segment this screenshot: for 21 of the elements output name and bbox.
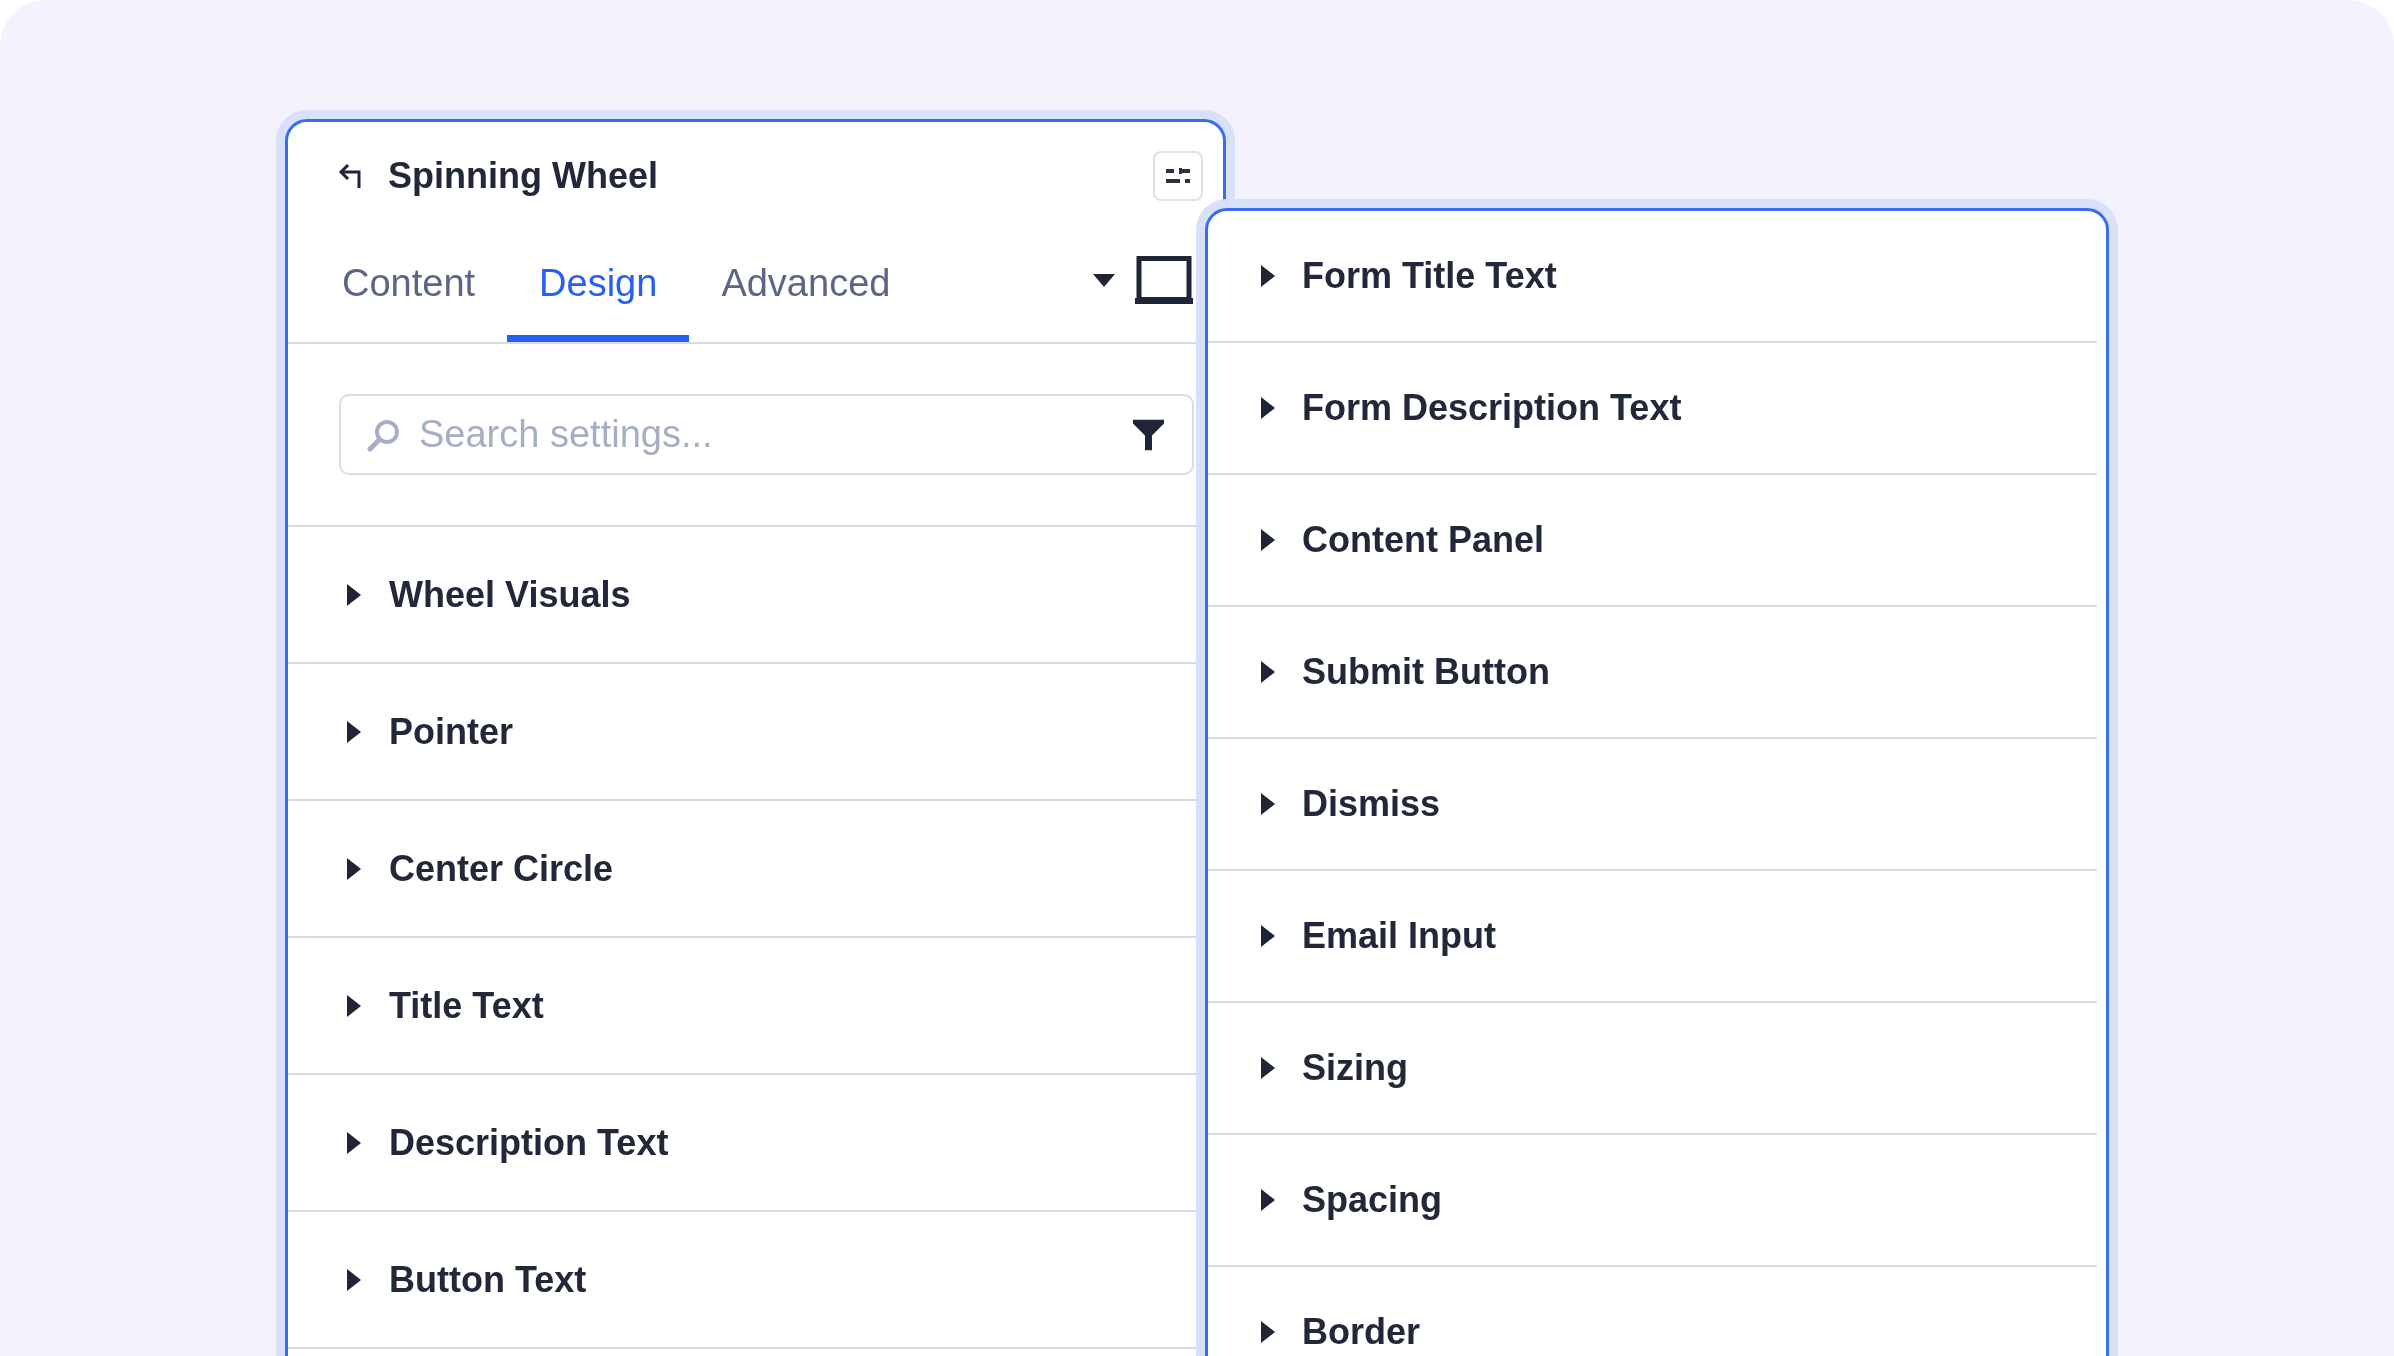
filter-icon[interactable] <box>1133 419 1164 450</box>
search-icon <box>367 417 401 452</box>
accordion-header[interactable]: Email Input <box>1208 871 2097 1003</box>
accordion-header[interactable]: Spacing <box>1208 1135 2097 1267</box>
search-field[interactable]: Search settings... <box>339 394 1194 475</box>
accordion-header[interactable]: Sizing <box>1208 1003 2097 1135</box>
screen-icon[interactable] <box>1135 256 1193 304</box>
accordion-header[interactable]: Border <box>1208 1267 2097 1356</box>
caret-down-icon[interactable] <box>1093 273 1115 287</box>
tab[interactable]: Content <box>310 260 508 342</box>
back-arrow-icon[interactable] <box>338 163 364 189</box>
accordion-header[interactable]: Form Title Text <box>1208 211 2097 343</box>
tab[interactable]: Advanced <box>689 260 923 342</box>
tab[interactable]: Design <box>507 260 690 342</box>
sliders-icon <box>1166 166 1190 186</box>
options-button[interactable] <box>1153 151 1203 201</box>
accordion-header[interactable]: Form Description Text <box>1208 343 2097 475</box>
accordion-header[interactable]: Content Panel <box>1208 475 2097 607</box>
accordion-header[interactable]: Dismiss <box>1208 739 2097 871</box>
accordion-header[interactable]: Submit Button <box>1208 607 2097 739</box>
panel-title: Spinning Wheel <box>388 155 658 197</box>
